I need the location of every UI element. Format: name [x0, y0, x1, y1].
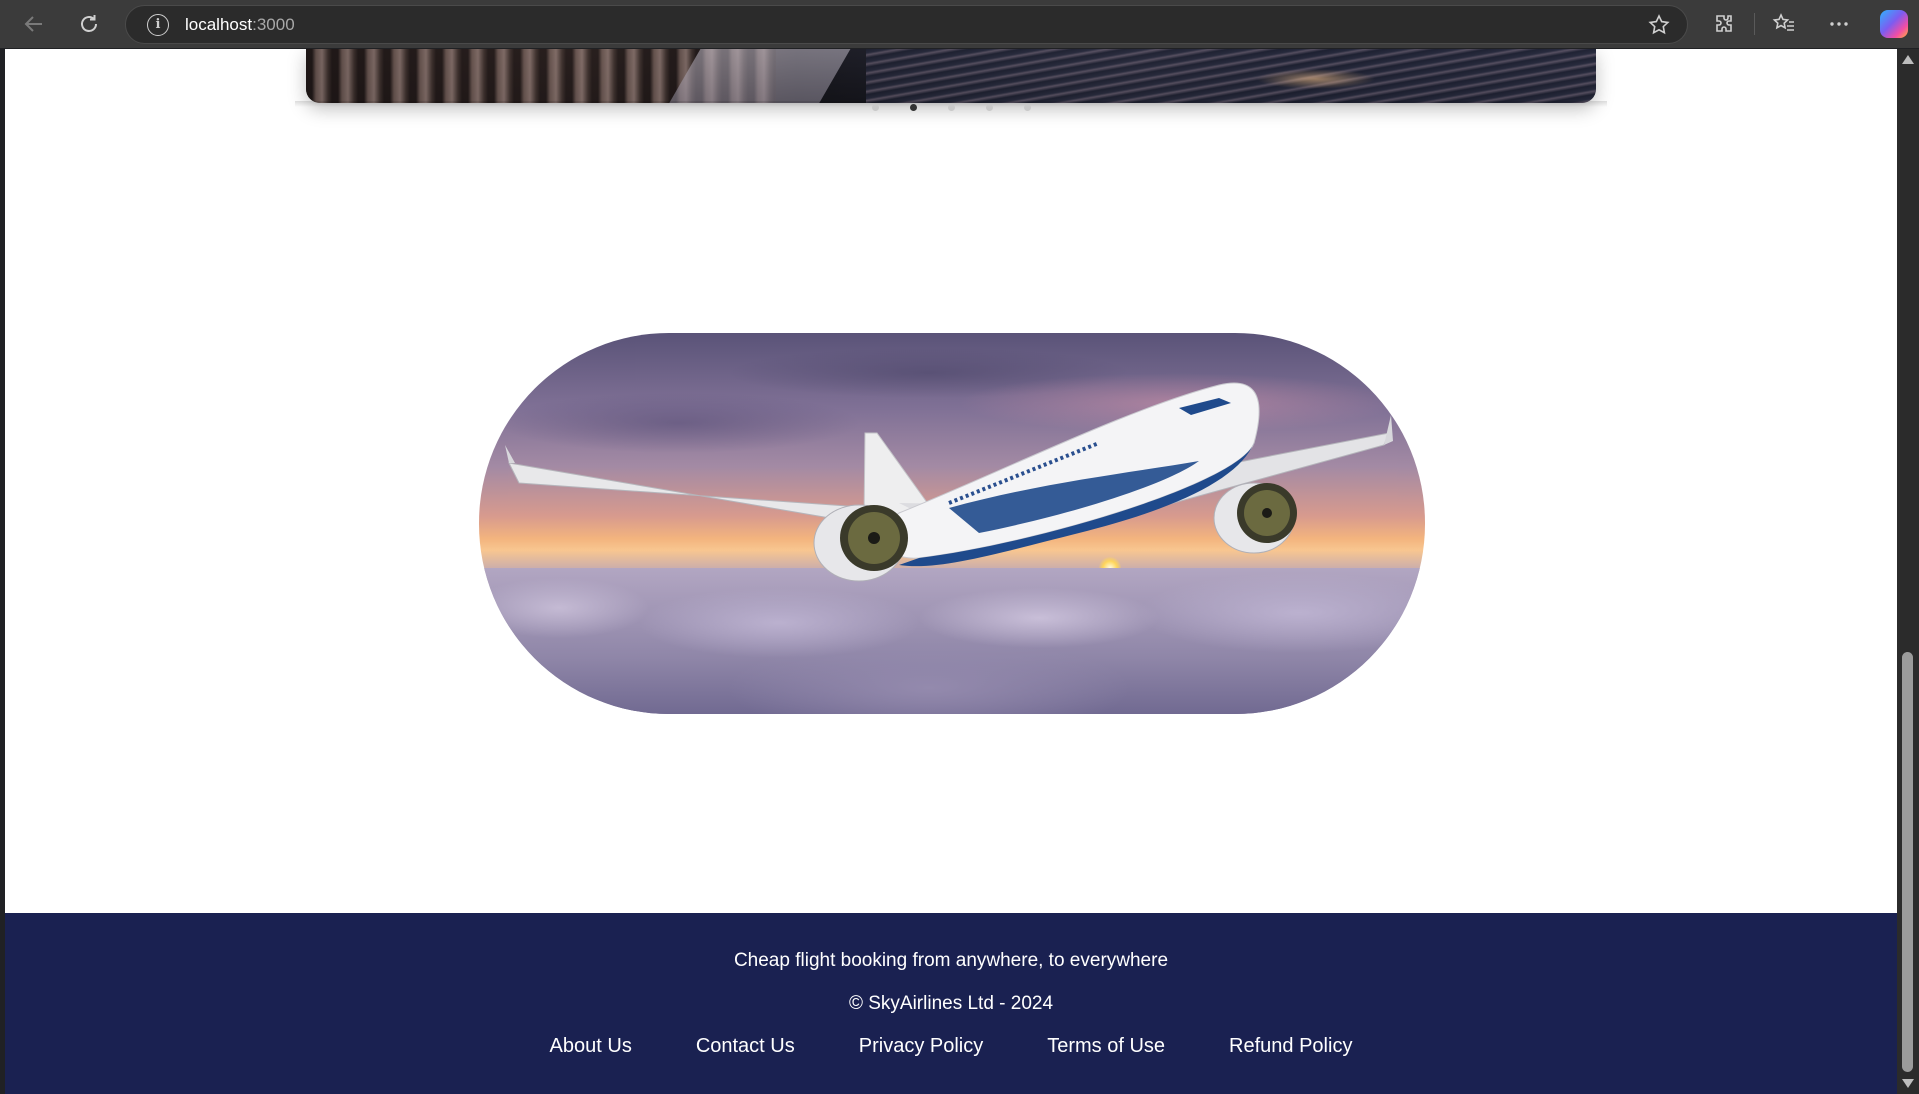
footer-copyright: © SkyAirlines Ltd - 2024	[848, 993, 1054, 1014]
url-host: localhost	[185, 14, 253, 34]
airplane-illustration	[505, 382, 1393, 582]
footer-tagline: Cheap flight booking from anywhere, to e…	[733, 950, 1169, 971]
carousel-image-water	[866, 49, 1596, 103]
carousel-dot[interactable]	[1024, 104, 1031, 111]
scroll-up-arrow-icon[interactable]	[1902, 55, 1914, 64]
puzzle-icon[interactable]	[1704, 4, 1744, 44]
toolbar-separator	[1754, 13, 1755, 35]
footer-link-about-us[interactable]: About Us	[550, 1035, 632, 1058]
carousel-dot-active[interactable]	[910, 104, 917, 111]
carousel-image-bridge	[665, 49, 857, 103]
browser-toolbar: i localhost:3000	[0, 0, 1919, 48]
carousel-dot[interactable]	[872, 104, 879, 111]
site-footer: Cheap flight booking from anywhere, to e…	[5, 913, 1897, 1094]
back-arrow-icon[interactable]	[14, 4, 54, 44]
carousel-image-lights	[1256, 69, 1376, 89]
carousel-dot[interactable]	[948, 104, 955, 111]
footer-link-terms-of-use[interactable]: Terms of Use	[1047, 1035, 1165, 1058]
favorites-icon[interactable]	[1764, 4, 1804, 44]
url-port: :3000	[252, 14, 295, 34]
hero-airplane-image	[479, 333, 1425, 714]
footer-link-refund-policy[interactable]: Refund Policy	[1229, 1035, 1352, 1058]
carousel-dot[interactable]	[986, 104, 993, 111]
page-scrollbar[interactable]	[1897, 49, 1919, 1094]
footer-link-privacy-policy[interactable]: Privacy Policy	[859, 1035, 983, 1058]
page-viewport: Cheap flight booking from anywhere, to e…	[5, 49, 1897, 1094]
copilot-icon[interactable]	[1880, 10, 1908, 38]
scroll-down-arrow-icon[interactable]	[1902, 1079, 1914, 1088]
address-bar[interactable]: i localhost:3000	[125, 5, 1688, 44]
footer-links: About Us Contact Us Privacy Policy Terms…	[5, 1035, 1897, 1058]
reload-icon[interactable]	[69, 4, 109, 44]
scroll-thumb[interactable]	[1902, 652, 1913, 1072]
carousel-slide-image	[306, 49, 1596, 103]
more-icon[interactable]	[1819, 4, 1859, 44]
info-icon[interactable]: i	[147, 13, 169, 36]
carousel-indicators	[872, 104, 1031, 111]
star-icon[interactable]	[1647, 13, 1671, 42]
footer-link-contact-us[interactable]: Contact Us	[696, 1035, 795, 1058]
